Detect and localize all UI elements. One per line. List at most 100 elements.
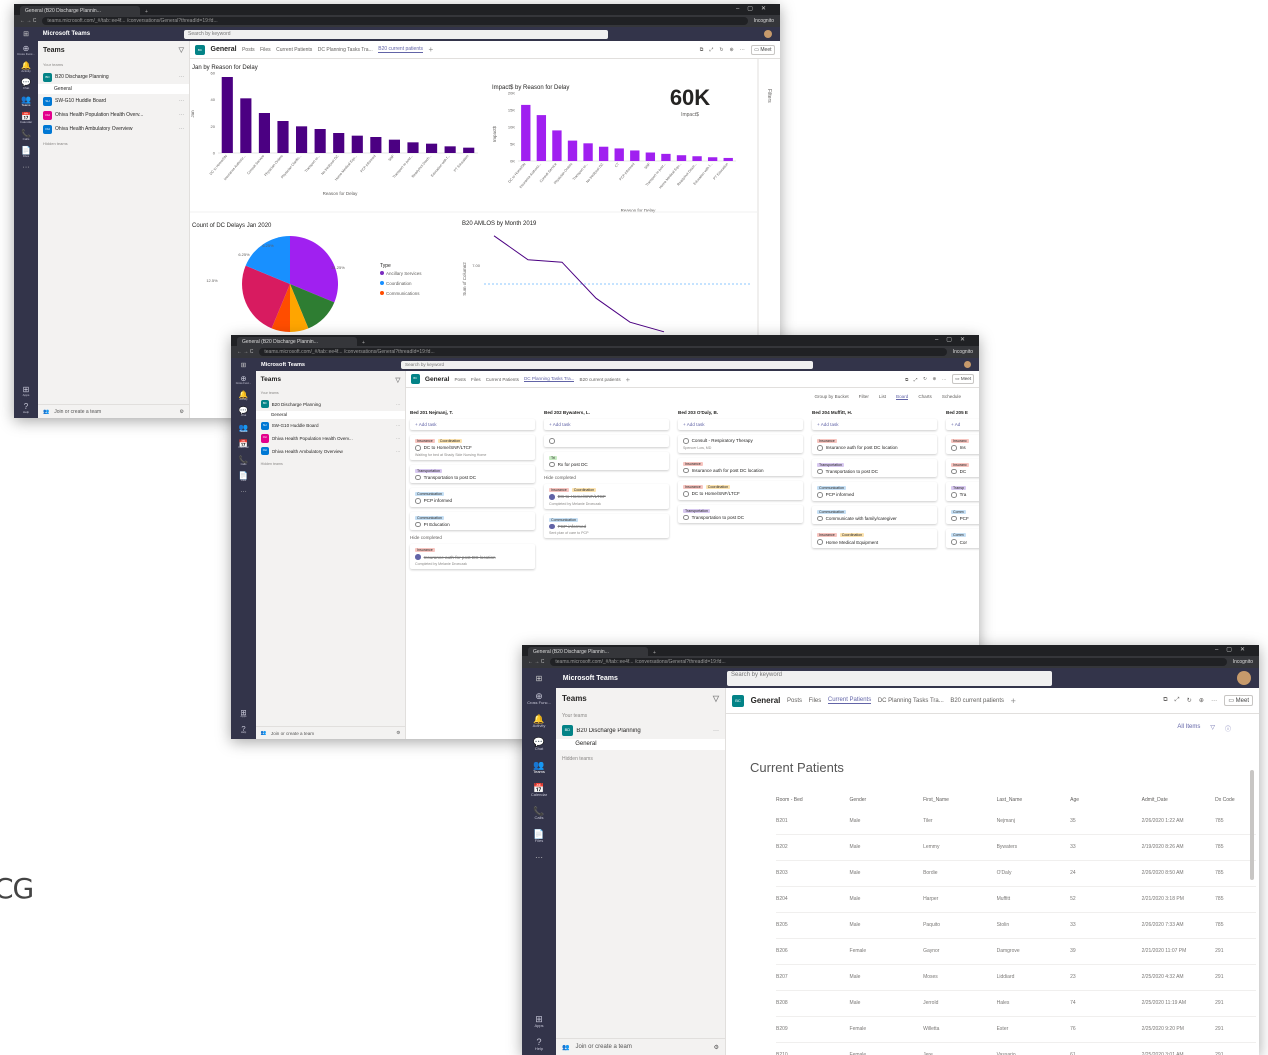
rail-item-activity[interactable]: 🔔 Activity (21, 62, 31, 73)
task-card[interactable]: Insurance Coordination Home Medical Equipm… (812, 529, 937, 548)
tab-posts[interactable]: Posts (787, 698, 802, 704)
info-icon[interactable]: ⓘ (1225, 724, 1231, 733)
task-checkbox[interactable] (683, 438, 689, 444)
search-input[interactable]: Search by keyword (184, 29, 608, 39)
task-checkbox[interactable] (415, 474, 421, 481)
task-checkbox[interactable] (415, 521, 421, 528)
rail-item-files[interactable]: 📄 Files (239, 472, 248, 482)
rail-item-chat[interactable]: 💬 Chat (239, 407, 248, 417)
toolbar-schedule[interactable]: Schedule (942, 394, 961, 400)
tab-posts[interactable]: Posts (242, 47, 255, 53)
tab-current-patients[interactable]: Current Patients (276, 47, 312, 53)
app-grid-icon[interactable]: ⊞ (14, 30, 38, 38)
new-tab-icon[interactable]: + (362, 340, 365, 346)
task-checkbox[interactable] (951, 539, 957, 545)
join-create-team-button[interactable]: 👥 Join or create a team ⚙ (556, 1038, 725, 1055)
tab-current-patients[interactable]: Current Patients (486, 377, 519, 382)
rail-item-help[interactable]: ? Help (241, 725, 246, 735)
more-options-icon[interactable]: ··· (179, 126, 184, 132)
completed-check-icon[interactable] (415, 554, 421, 560)
task-card[interactable]: Insurance Insurance auth for post DC loca… (678, 457, 803, 477)
rail-item-activity[interactable]: 🔔 Activity (533, 715, 546, 728)
task-card[interactable]: Transportation Transportation to post DC (678, 504, 803, 524)
task-checkbox[interactable] (415, 498, 421, 504)
more-options-icon[interactable]: ··· (396, 423, 401, 428)
table-row[interactable]: B206 Female Gaynor Damgrove 39 2/21/2020 11:0… (776, 938, 1256, 965)
rail-item-apps[interactable]: ⊞ Apps (534, 1015, 543, 1028)
refresh-icon[interactable]: ↻ (1187, 697, 1192, 704)
window-controls[interactable]: –▢✕ (1215, 646, 1253, 653)
more-options-icon[interactable]: ··· (396, 402, 401, 407)
team-item[interactable]: OH Ohiva Health Population Health Overv..… (256, 432, 405, 445)
rail-item-teams[interactable]: 👥 Teams (239, 423, 248, 434)
rail-item-top[interactable]: ⊕ Cross Func... (236, 375, 251, 385)
team-item[interactable]: OH Ohiva Health Population Health Overv..… (38, 108, 189, 122)
channel-general[interactable]: General (556, 738, 725, 750)
more-apps-icon[interactable]: ··· (23, 164, 30, 171)
task-card[interactable]: Transportation Transportation to post DC (812, 458, 937, 478)
add-task-button[interactable]: + Add task (544, 419, 669, 430)
table-row[interactable]: B201 Male Tiler Nejmanj 35 2/26/2020 1:22 AM 7… (776, 808, 1256, 835)
hide-completed-toggle[interactable]: Hide completed (410, 535, 535, 540)
table-row[interactable]: B202 Male Lemmy Bywaters 33 2/19/2020 8:26 AM… (776, 834, 1256, 861)
add-task-button[interactable]: + Add task (410, 419, 535, 430)
task-card[interactable]: Insurance Coordination DC to Home/SNF/LTCF (678, 481, 803, 500)
toolbar-board[interactable]: Board (896, 394, 909, 400)
tab-posts[interactable]: Posts (454, 377, 466, 382)
task-checkbox[interactable] (683, 514, 689, 521)
rail-item-calls[interactable]: 📞 Calls (239, 456, 248, 466)
column-header-age[interactable]: Age (1070, 792, 1141, 808)
task-checkbox[interactable] (683, 491, 689, 497)
vertical-scrollbar[interactable] (1250, 770, 1254, 880)
rail-item-teams[interactable]: 👥 Teams (21, 96, 31, 107)
table-row[interactable]: B210 Female Jere Vassario 61 2/25/2020 3:01 A… (776, 1042, 1256, 1055)
task-card[interactable]: Communication Communicate with family/car… (812, 505, 937, 525)
tab-current-patients[interactable]: Current Patients (827, 697, 872, 704)
toolbar-charts[interactable]: Charts (918, 394, 932, 400)
table-row[interactable]: B204 Male Harper Muffitt 52 2/21/2020 3:18 PM… (776, 886, 1256, 913)
task-card[interactable]: Comm Cor (946, 529, 979, 548)
add-task-button[interactable]: + Add task (678, 419, 803, 430)
task-card[interactable]: Communication PCP informed (410, 488, 535, 507)
refresh-icon[interactable]: ↻ (923, 376, 927, 382)
team-item[interactable]: SH SW-G10 Huddle Board ··· (256, 419, 405, 432)
tab-files[interactable]: Files (471, 377, 481, 382)
expand-icon[interactable]: ⧉ (700, 47, 704, 53)
team-item[interactable]: BD B20 Discharge Planning ··· (556, 722, 725, 739)
more-apps-icon[interactable]: ··· (240, 488, 247, 495)
task-card[interactable]: Communication PCP informed (812, 482, 937, 501)
rail-item-calls[interactable]: 📞 Calls (533, 807, 544, 820)
completed-check-icon[interactable] (549, 494, 555, 500)
filter-icon[interactable]: ▽ (1210, 724, 1215, 733)
rail-item-files[interactable]: 📄 Files (21, 147, 31, 158)
table-row[interactable]: B209 Female Willetta Ester 76 2/25/2020 9:20 … (776, 1016, 1256, 1043)
channel-general[interactable]: General (256, 410, 405, 420)
toolbar-filter[interactable]: Filter (859, 394, 869, 400)
rail-item-calendar[interactable]: 📅 Calendar (238, 440, 249, 450)
team-item[interactable]: BD B20 Discharge Planning ··· (256, 398, 405, 411)
team-item[interactable]: BD B20 Discharge Planning ··· (38, 70, 189, 84)
column-header-admit-date[interactable]: Admit_Date (1142, 792, 1216, 808)
nav-icons[interactable]: ← → C (237, 349, 253, 355)
rail-item-calendar[interactable]: 📅 Calendar (20, 113, 32, 124)
toolbar-list[interactable]: List (879, 394, 886, 400)
table-row[interactable]: B208 Male Jerrold Hales 74 2/25/2020 11:19 AM… (776, 990, 1256, 1017)
rail-item-apps[interactable]: ⊞ Apps (240, 709, 246, 719)
all-items-view[interactable]: All Items (1177, 724, 1200, 733)
new-tab-icon[interactable]: + (653, 650, 656, 656)
add-tab-icon[interactable]: + (626, 375, 630, 384)
globe-icon[interactable]: ⊕ (1199, 697, 1204, 704)
team-item[interactable]: OH Ohiva Health Ambulatory Overview ··· (38, 122, 189, 136)
search-input[interactable]: Search by keyword (401, 360, 813, 369)
rail-item-chat[interactable]: 💬 Chat (21, 79, 31, 90)
browser-tab[interactable]: General (B20 Discharge Plannin... (237, 337, 357, 346)
rail-item-help[interactable]: ? Help (23, 403, 29, 414)
avatar[interactable] (764, 30, 772, 38)
task-checkbox[interactable] (415, 445, 421, 451)
filter-icon[interactable]: ▽ (395, 376, 400, 384)
more-icon[interactable]: ··· (942, 377, 947, 382)
meet-button[interactable]: ▭ Meet (750, 44, 775, 55)
app-grid-icon[interactable]: ⊞ (231, 361, 256, 369)
rail-item-top[interactable]: ⊕ Cross Func... (17, 45, 35, 56)
meet-button[interactable]: ▭ Meet (1224, 695, 1253, 706)
